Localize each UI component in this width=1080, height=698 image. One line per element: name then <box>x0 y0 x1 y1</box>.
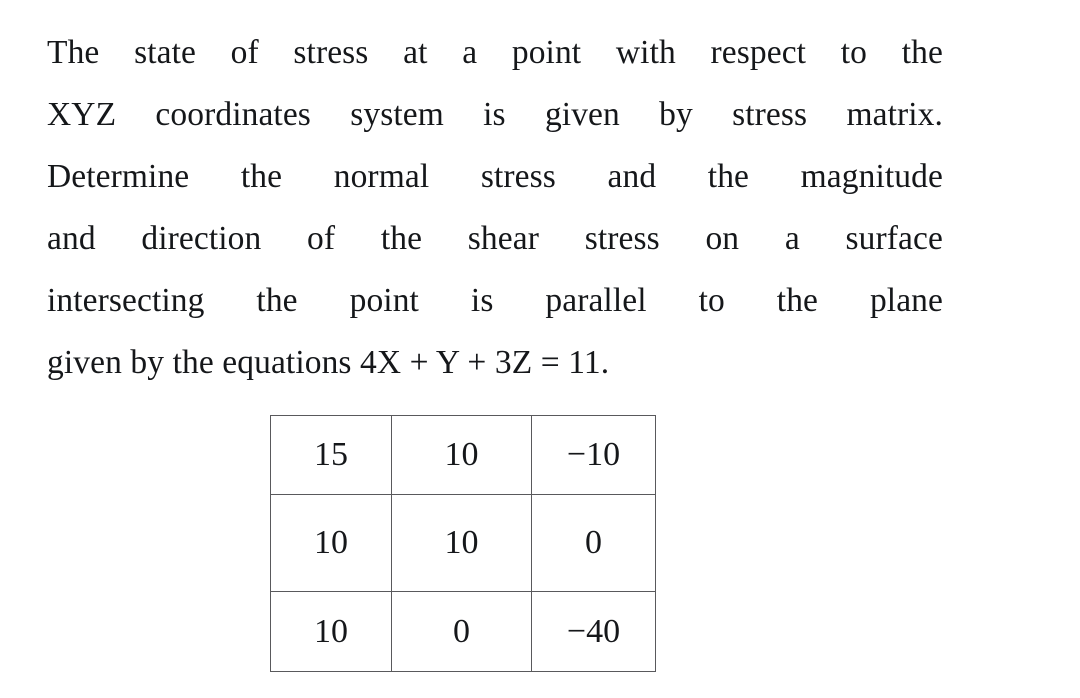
matrix-cell-r0c1: 10 <box>391 415 532 495</box>
word: to <box>698 282 725 319</box>
stress-matrix-table: 15 10 −10 10 10 0 10 0 −40 <box>270 415 656 672</box>
word: a <box>462 34 478 71</box>
matrix-cell-r1c1: 10 <box>391 494 532 592</box>
matrix-cell-r1c2: 0 <box>531 494 656 592</box>
word: point <box>511 34 582 71</box>
word: system <box>350 96 444 133</box>
table-row: 10 0 −40 <box>270 591 656 672</box>
problem-line-6: given by the equations 4X + Y + 3Z = 11. <box>47 332 943 394</box>
word: coordinates <box>155 96 311 133</box>
word: intersecting <box>47 282 205 319</box>
word: direction <box>141 220 262 257</box>
word: on <box>705 220 740 257</box>
word: point <box>349 282 419 319</box>
word: The <box>47 34 100 71</box>
word: matrix. <box>846 96 943 133</box>
word: Determine <box>47 158 190 195</box>
matrix-cell-r2c0: 10 <box>270 591 392 672</box>
word: respect <box>710 34 807 71</box>
word: normal <box>333 158 430 195</box>
word: by <box>659 96 693 133</box>
word: of <box>230 34 259 71</box>
word: of <box>307 220 336 257</box>
matrix-cell-r1c0: 10 <box>270 494 392 592</box>
word: state <box>134 34 196 71</box>
word: XYZ <box>47 96 117 133</box>
table-row: 15 10 −10 <box>270 415 656 495</box>
matrix-cell-r0c0: 15 <box>270 415 392 495</box>
word: stress <box>480 158 556 195</box>
problem-line-4: and direction of the shear stress on a s… <box>47 208 943 270</box>
word: stress <box>732 96 808 133</box>
matrix-cell-r2c1: 0 <box>391 591 532 672</box>
word: magnitude <box>800 158 943 195</box>
problem-line-1: The state of stress at a point with resp… <box>47 22 943 84</box>
word: stress <box>293 34 369 71</box>
word: with <box>615 34 676 71</box>
problem-line-2: XYZ coordinates system is given by stres… <box>47 84 943 146</box>
matrix-cell-r0c2: −10 <box>531 415 656 495</box>
word: the <box>901 34 943 71</box>
word: surface <box>845 220 943 257</box>
word: the <box>776 282 819 319</box>
word: plane <box>869 282 943 319</box>
word: the <box>707 158 750 195</box>
word: and <box>607 158 657 195</box>
word: given <box>544 96 620 133</box>
word: the <box>240 158 283 195</box>
plane-equation-line: given by the equations 4X + Y + 3Z = 11. <box>47 344 610 381</box>
word: to <box>840 34 868 71</box>
word: a <box>784 220 800 257</box>
problem-line-3: Determine the normal stress and the magn… <box>47 146 943 208</box>
word: the <box>380 220 423 257</box>
matrix-cell-r2c2: −40 <box>531 591 656 672</box>
problem-line-5: intersecting the point is parallel to th… <box>47 270 943 332</box>
word: stress <box>584 220 660 257</box>
problem-statement: The state of stress at a point with resp… <box>47 22 943 394</box>
page-canvas: The state of stress at a point with resp… <box>0 0 1080 698</box>
word: at <box>403 34 428 71</box>
word: and <box>47 220 96 257</box>
word: the <box>256 282 298 319</box>
word: is <box>470 282 494 319</box>
table-row: 10 10 0 <box>270 494 656 592</box>
word: parallel <box>545 282 647 319</box>
word: shear <box>467 220 539 257</box>
word: is <box>483 96 506 133</box>
